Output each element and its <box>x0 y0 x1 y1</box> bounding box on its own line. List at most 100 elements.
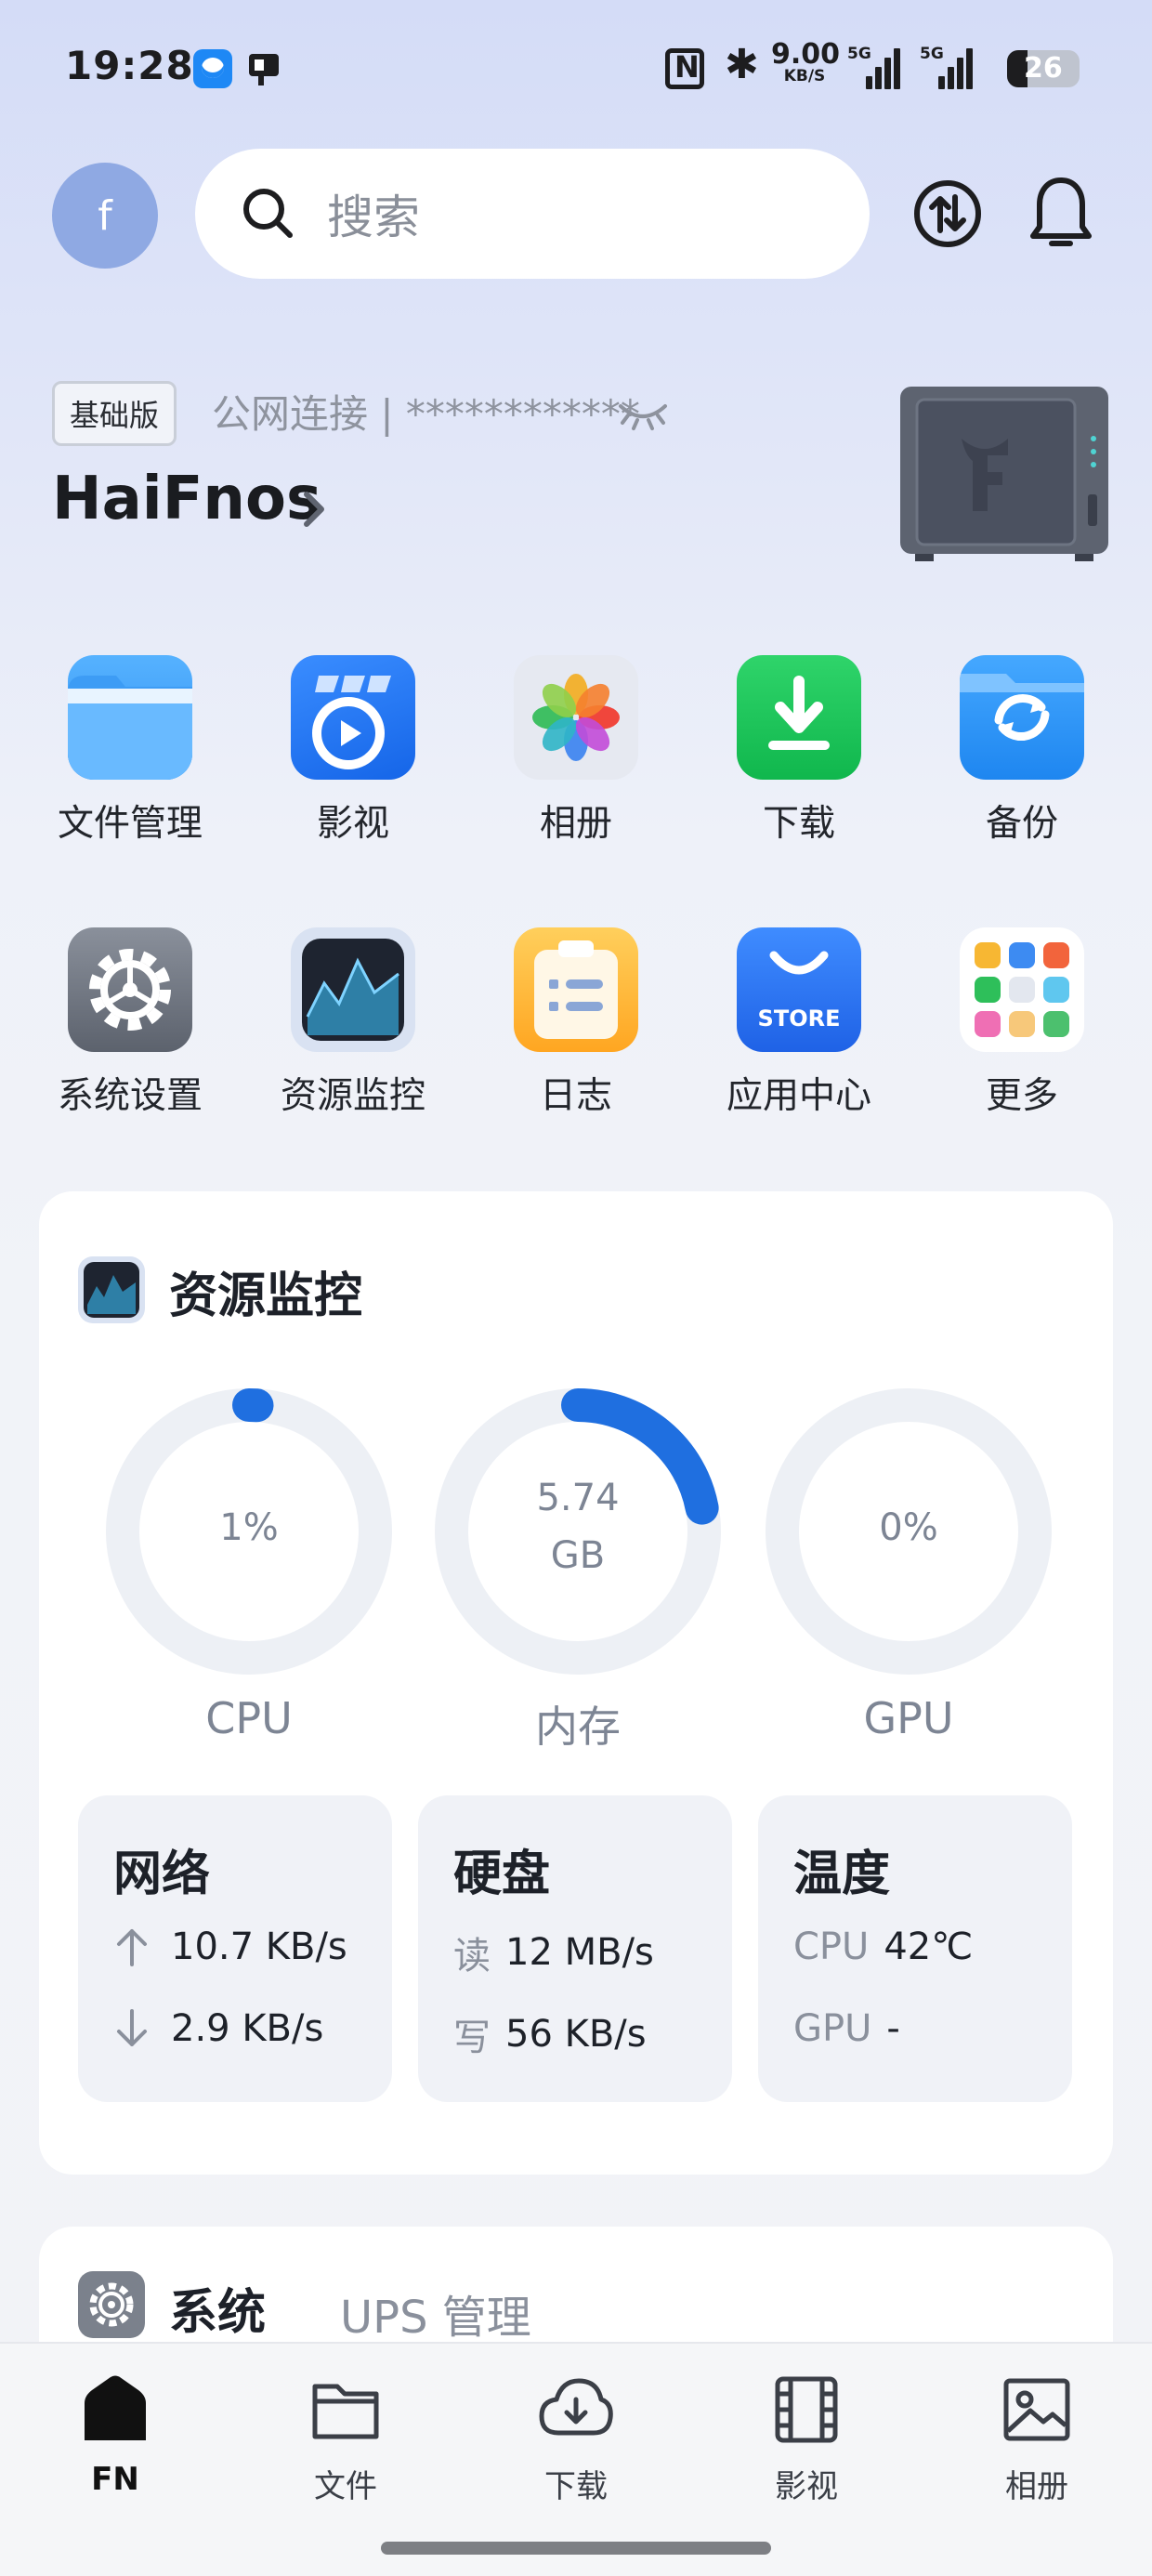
gpu-temp-value: - <box>886 2007 900 2050</box>
resource-monitor-card[interactable]: 资源监控 1% CPU 5.74 GB 内存 0% GPU 网络 10.7 KB… <box>39 1191 1113 2175</box>
app-file-manager[interactable]: 文件管理 <box>37 655 223 847</box>
video-icon <box>291 655 415 780</box>
home-icon <box>85 2375 146 2440</box>
monitor-icon <box>78 1256 145 1323</box>
folder-icon <box>312 2384 379 2439</box>
disk-read-row: 读 12 MB/s <box>453 1925 654 1979</box>
system-card-title: 系统 <box>169 2285 267 2341</box>
signal-sim1-icon: 5G <box>847 45 903 89</box>
signal-sim2-label: 5G <box>920 45 944 63</box>
log-icon <box>514 927 638 1052</box>
monitor-icon <box>291 927 415 1052</box>
cpu-gauge-label: CPU <box>205 1693 293 1743</box>
network-speed: 9.00 KB/S <box>771 38 841 85</box>
app-label: 下载 <box>762 803 835 845</box>
app-label: 日志 <box>539 1075 612 1117</box>
notification-card-icon <box>249 54 279 85</box>
film-icon <box>775 2376 838 2443</box>
nav-fn[interactable]: FN <box>22 2372 208 2498</box>
device-name[interactable]: HaiFnos <box>52 465 321 533</box>
battery-level: 26 <box>1024 52 1063 85</box>
avatar[interactable]: f <box>52 163 158 269</box>
app-photos[interactable]: 相册 <box>483 655 669 847</box>
notifications-button[interactable] <box>1026 173 1096 255</box>
memory-gauge-value: 5.74 <box>536 1477 620 1519</box>
search-bar[interactable]: 搜索 <box>195 149 870 279</box>
network-title: 网络 <box>113 1847 211 1902</box>
cpu-temp-key: CPU <box>793 1925 870 1968</box>
more-grid-icon <box>960 927 1084 1052</box>
memory-gauge-label: 内存 <box>535 1702 621 1752</box>
backup-icon <box>960 655 1084 780</box>
network-speed-value: 9.00 <box>771 38 841 71</box>
search-icon <box>243 189 293 238</box>
app-store[interactable]: STORE 应用中心 <box>706 927 892 1119</box>
eye-closed-icon[interactable] <box>617 395 669 432</box>
nav-label: FN <box>91 2461 139 2498</box>
cpu-temp-value: 42℃ <box>884 1925 974 1968</box>
nav-label: 下载 <box>544 2468 608 2505</box>
nav-label: 文件 <box>314 2468 377 2505</box>
app-backup[interactable]: 备份 <box>929 655 1115 847</box>
arrow-up-icon <box>117 1929 147 1966</box>
chevron-right-icon[interactable] <box>295 481 333 537</box>
store-label: STORE <box>757 1005 841 1032</box>
disk-read-key: 读 <box>453 1935 491 1978</box>
disk-read-value: 12 MB/s <box>505 1931 654 1974</box>
network-upload-row: 10.7 KB/s <box>113 1925 347 1968</box>
arrow-down-icon <box>117 2009 147 2046</box>
memory-gauge-unit: GB <box>550 1534 606 1577</box>
network-stat-tile: 网络 10.7 KB/s 2.9 KB/s <box>78 1795 392 2102</box>
nav-label: 相册 <box>1005 2468 1068 2505</box>
disk-stat-tile: 硬盘 读 12 MB/s 写 56 KB/s <box>418 1795 732 2102</box>
notification-app-icon <box>193 49 232 88</box>
gpu-gauge-label: GPU <box>863 1693 954 1743</box>
home-indicator[interactable] <box>381 2542 771 2555</box>
gear-icon <box>68 927 192 1052</box>
ups-management-link[interactable]: UPS 管理 <box>340 2280 531 2346</box>
nav-video[interactable]: 影视 <box>713 2372 899 2506</box>
temperature-stat-tile: 温度 CPU 42℃ GPU - <box>758 1795 1072 2102</box>
nav-label: 影视 <box>775 2468 838 2505</box>
disk-write-key: 写 <box>453 2017 491 2059</box>
folder-icon <box>68 655 192 780</box>
nav-download[interactable]: 下载 <box>483 2372 669 2506</box>
connection-status: 公网连接 | ************ <box>212 391 640 437</box>
photos-icon <box>514 655 638 780</box>
app-log[interactable]: 日志 <box>483 927 669 1119</box>
app-video[interactable]: 影视 <box>260 655 446 847</box>
network-upload-value: 10.7 KB/s <box>171 1925 347 1968</box>
signal-sim2-icon: 5G <box>920 45 975 89</box>
app-resource-monitor[interactable]: 资源监控 <box>260 927 446 1119</box>
nav-photos[interactable]: 相册 <box>944 2372 1130 2506</box>
search-placeholder: 搜索 <box>327 191 420 244</box>
disk-write-value: 56 KB/s <box>505 2013 647 2056</box>
disk-title: 硬盘 <box>453 1847 551 1902</box>
edition-badge: 基础版 <box>52 381 177 446</box>
app-download[interactable]: 下载 <box>706 655 892 847</box>
cloud-download-icon <box>539 2378 613 2436</box>
app-label: 相册 <box>539 803 612 845</box>
transfer-button[interactable] <box>912 173 983 255</box>
nas-device-image <box>900 387 1108 561</box>
signal-sim1-label: 5G <box>847 45 871 63</box>
network-download-value: 2.9 KB/s <box>171 2007 324 2050</box>
temperature-title: 温度 <box>793 1847 891 1902</box>
store-icon: STORE <box>737 927 861 1052</box>
bluetooth-icon: ✱ <box>725 41 759 88</box>
app-label: 系统设置 <box>57 1075 203 1117</box>
network-download-row: 2.9 KB/s <box>113 2007 323 2050</box>
app-label: 影视 <box>316 803 389 845</box>
gear-icon <box>78 2271 145 2338</box>
cpu-gauge-value: 1% <box>219 1506 279 1549</box>
app-label: 资源监控 <box>280 1075 425 1117</box>
app-settings[interactable]: 系统设置 <box>37 927 223 1119</box>
download-icon <box>737 655 861 780</box>
app-more[interactable]: 更多 <box>929 927 1115 1119</box>
status-bar: 19:28 ✱ 9.00 KB/S 5G 5G 26 <box>0 0 1152 139</box>
gpu-temp-key: GPU <box>793 2007 872 2050</box>
gpu-gauge-value: 0% <box>879 1506 938 1549</box>
nav-files[interactable]: 文件 <box>253 2372 439 2506</box>
app-label: 文件管理 <box>57 803 203 845</box>
cpu-temp-row: CPU 42℃ <box>793 1925 973 1968</box>
